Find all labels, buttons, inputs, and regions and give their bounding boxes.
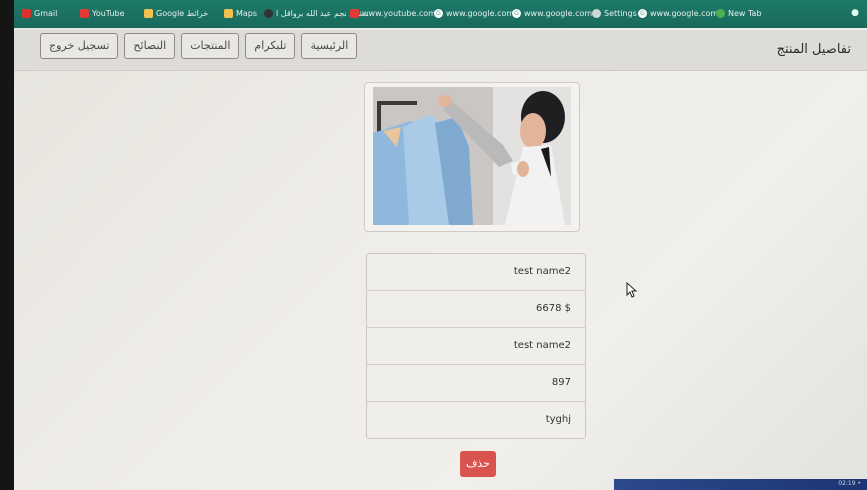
browser-viewport: Gmail YouTube Google خرائط Maps شهد نجم … [14, 0, 867, 490]
bookmark-new-tab[interactable]: New Tab [716, 9, 762, 18]
bookmark-gmail[interactable]: Gmail [22, 9, 57, 18]
product-details-list: test name2 6678 $ test name2 897 tyghj [366, 253, 586, 439]
maps-icon [144, 9, 153, 18]
product-price: 6678 $ [367, 291, 585, 328]
delete-button[interactable]: حذف [460, 451, 496, 477]
bookmark-google-1[interactable]: Gwww.google.com [434, 9, 514, 18]
gmail-icon [22, 9, 31, 18]
nav-tips-button[interactable]: النصائح [124, 33, 176, 59]
nav-logout-button[interactable]: تسجيل خروج [40, 33, 119, 59]
settings-icon [592, 9, 601, 18]
nav-telegram-button[interactable]: تلبكرام [245, 33, 296, 59]
nav-products-button[interactable]: المنتجات [181, 33, 240, 59]
google-icon: G [512, 9, 521, 18]
product-image-card [364, 82, 580, 232]
product-description: test name2 [367, 328, 585, 365]
product-quantity: 897 [367, 365, 585, 402]
maps-icon [224, 9, 233, 18]
taskbar [614, 479, 867, 490]
chrome-icon [716, 9, 725, 18]
taskbar-clock: 02:19 • [838, 480, 861, 487]
monitor-bezel [0, 0, 14, 490]
google-icon: G [434, 9, 443, 18]
main-nav: الرئيسية تلبكرام المنتجات النصائح تسجيل … [40, 33, 358, 59]
page-title: تفاصيل المنتج [776, 42, 851, 57]
app-header: الرئيسية تلبكرام المنتجات النصائح تسجيل … [14, 30, 867, 71]
youtube-icon [80, 9, 89, 18]
bookmark-settings[interactable]: Settings [592, 9, 637, 18]
bookmark-youtube[interactable]: YouTube [80, 9, 125, 18]
nav-home-button[interactable]: الرئيسية [301, 33, 358, 59]
bookmark-maps[interactable]: Maps [224, 9, 257, 18]
bookmark-youtube-url[interactable]: www.youtube.com [350, 9, 436, 18]
google-icon: G [638, 9, 647, 18]
bookmark-icon [264, 9, 273, 18]
more-menu-icon[interactable]: ● [851, 8, 859, 18]
bookmark-google-2[interactable]: Gwww.google.com [512, 9, 592, 18]
youtube-icon [350, 9, 359, 18]
bookmark-google-maps-ar[interactable]: Google خرائط [144, 9, 208, 18]
product-category: tyghj [545, 414, 571, 425]
product-name: test name2 [367, 254, 585, 291]
mouse-cursor-icon [626, 282, 638, 298]
product-image [373, 87, 571, 225]
bookmark-google-3[interactable]: Gwww.google.com [638, 9, 718, 18]
bookmarks-bar: Gmail YouTube Google خرائط Maps شهد نجم … [14, 0, 867, 28]
